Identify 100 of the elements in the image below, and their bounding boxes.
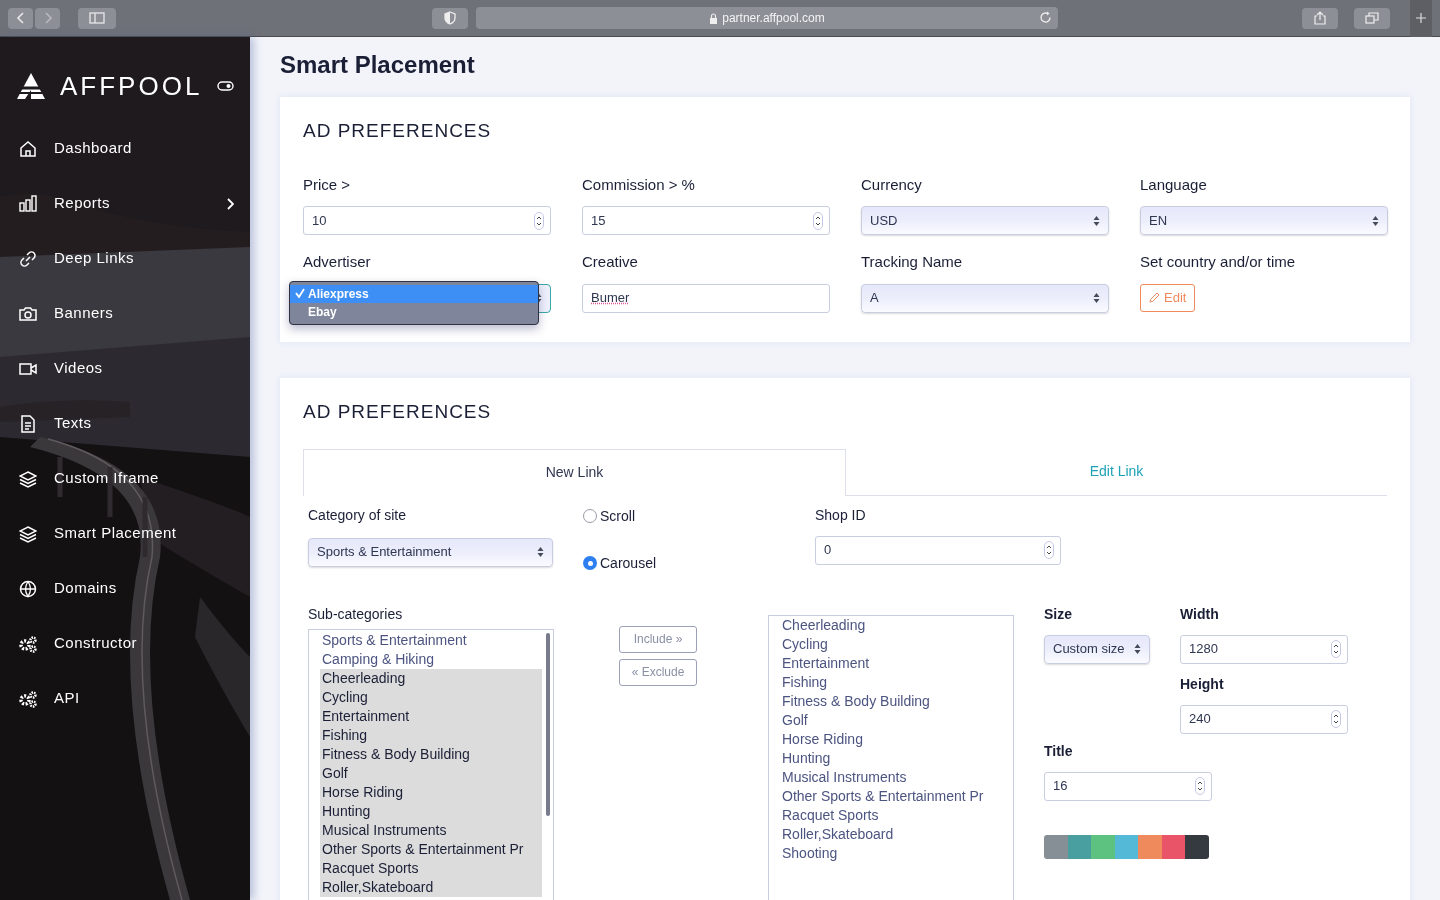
select-arrows-icon: [1093, 292, 1100, 304]
number-field[interactable]: 10: [303, 206, 551, 235]
number-field[interactable]: 15: [582, 206, 830, 235]
layers-icon: [19, 469, 37, 488]
color-swatch[interactable]: [1185, 834, 1209, 859]
spinner-icon[interactable]: [1331, 710, 1341, 728]
tab[interactable]: New Link: [303, 448, 846, 496]
select-arrows-icon: [537, 546, 544, 558]
sidebar-item[interactable]: Domains: [0, 561, 250, 616]
camera-icon: [19, 304, 37, 323]
color-swatch[interactable]: [1067, 834, 1092, 859]
sidebar-toggle-button[interactable]: [78, 7, 116, 29]
sidebar-item[interactable]: API: [0, 671, 250, 726]
field-label: Commission > %: [582, 174, 696, 195]
spinner-icon[interactable]: [1044, 541, 1054, 559]
select-field[interactable]: Sports & Entertainment: [308, 537, 553, 567]
text-field[interactable]: Bumer: [582, 283, 830, 313]
list-item[interactable]: Sports & Entertainment: [320, 630, 542, 650]
new-tab-button[interactable]: [1410, 0, 1432, 37]
field-label: Advertiser: [303, 252, 372, 272]
list-item[interactable]: Fitness & Body Building: [782, 691, 1013, 711]
list-item[interactable]: Other Sports & Entertainment Pr: [782, 786, 1013, 806]
color-swatch[interactable]: [1138, 834, 1162, 859]
radio-button[interactable]: [583, 509, 597, 523]
field-label: Set country and/or time: [1140, 252, 1297, 272]
select-arrows-icon: [1372, 214, 1379, 227]
select-arrows-icon: [1134, 643, 1141, 655]
field-label: Size: [1044, 604, 1073, 624]
list-item[interactable]: Roller,Skateboard: [782, 824, 1013, 844]
field-label: Price >: [303, 174, 352, 195]
spinner-icon[interactable]: [813, 211, 823, 230]
color-swatch[interactable]: [1114, 834, 1139, 859]
list-item[interactable]: Cheerleading: [320, 668, 542, 688]
sidebar-item[interactable]: Dashboard: [0, 121, 250, 176]
tabs-button[interactable]: [1354, 7, 1390, 29]
number-field[interactable]: 0: [815, 535, 1061, 565]
number-field[interactable]: 16: [1044, 771, 1212, 801]
list-item[interactable]: Racquet Sports: [782, 805, 1013, 825]
field-label: Creative: [582, 252, 639, 272]
list-item[interactable]: Horse Riding: [782, 729, 1013, 749]
list-item[interactable]: Golf: [782, 710, 1013, 730]
toggle-icon[interactable]: [217, 81, 234, 91]
gears-icon: [19, 689, 37, 708]
color-swatch[interactable]: [1161, 834, 1186, 859]
spinner-icon[interactable]: [1195, 777, 1205, 795]
checkmark-icon: [295, 288, 305, 299]
layers-icon: [19, 524, 37, 543]
field-label: Category of site: [308, 505, 408, 525]
list-box[interactable]: [308, 628, 554, 900]
link-icon: [19, 249, 37, 268]
sidebar-item[interactable]: Reports: [0, 176, 250, 231]
color-swatch[interactable]: [1091, 834, 1115, 859]
sidebar-item[interactable]: Videos: [0, 341, 250, 396]
sidebar-item[interactable]: Deep Links: [0, 231, 250, 286]
tabs-icon: [1365, 12, 1379, 24]
list-item[interactable]: Fishing: [782, 672, 1013, 692]
field-label: Sub-categories: [308, 604, 404, 624]
number-field[interactable]: 1280: [1180, 634, 1348, 664]
dropdown-option[interactable]: Ebay: [290, 303, 538, 321]
color-swatch[interactable]: [1044, 834, 1068, 859]
sidebar-item[interactable]: Texts: [0, 396, 250, 451]
section-title: AD PREFERENCES: [303, 400, 493, 424]
select-field[interactable]: EN: [1140, 206, 1388, 235]
list-item[interactable]: Cheerleading: [782, 615, 1013, 635]
size-select[interactable]: Custom size: [1044, 634, 1150, 664]
document-icon: [19, 414, 37, 433]
select-field[interactable]: A: [861, 283, 1109, 313]
sidebar-item[interactable]: Smart Placement: [0, 506, 250, 561]
forward-button[interactable]: [35, 7, 60, 29]
reload-icon[interactable]: [1039, 11, 1052, 24]
sidebar-icon: [89, 12, 105, 24]
list-item[interactable]: Hunting: [782, 748, 1013, 768]
scrollbar[interactable]: [546, 632, 550, 816]
globe-icon: [19, 579, 37, 598]
field-label: Title: [1044, 741, 1074, 761]
back-button[interactable]: [8, 7, 33, 29]
list-item[interactable]: Camping & Hiking: [320, 649, 542, 669]
sidebar-item[interactable]: Banners: [0, 286, 250, 341]
radio-button[interactable]: [583, 556, 597, 570]
sidebar-item[interactable]: Custom Iframe: [0, 451, 250, 506]
list-box[interactable]: Cheerleading Cycling Entertainment Fishing Fitness & Body Building Golf Horse Riding Hunting Musical Instruments Other Sports & Entertainment Pr Racquet Sports Roller,Skateboard Shooting: [768, 614, 1014, 900]
shield-button[interactable]: [432, 7, 468, 29]
select-field[interactable]: USD: [861, 206, 1109, 235]
radio-label: Scroll: [600, 506, 635, 526]
spinner-icon[interactable]: [534, 211, 544, 230]
chevron-left-icon: [14, 12, 27, 24]
field-label: Height: [1180, 674, 1225, 694]
field-label: Tracking Name: [861, 252, 964, 272]
number-field[interactable]: 240: [1180, 704, 1348, 734]
sidebar-item[interactable]: Constructor: [0, 616, 250, 671]
list-item[interactable]: Shooting: [782, 843, 1013, 863]
share-button[interactable]: [1302, 7, 1338, 29]
spinner-icon[interactable]: [1331, 640, 1341, 658]
list-item[interactable]: Musical Instruments: [782, 767, 1013, 787]
gears-icon: [19, 634, 37, 653]
select-arrows-icon: [1093, 214, 1100, 227]
bar-chart-icon: [19, 194, 37, 213]
list-item[interactable]: Entertainment: [782, 653, 1013, 673]
radio-label: Carousel: [600, 553, 657, 573]
list-item[interactable]: Cycling: [782, 634, 1013, 654]
